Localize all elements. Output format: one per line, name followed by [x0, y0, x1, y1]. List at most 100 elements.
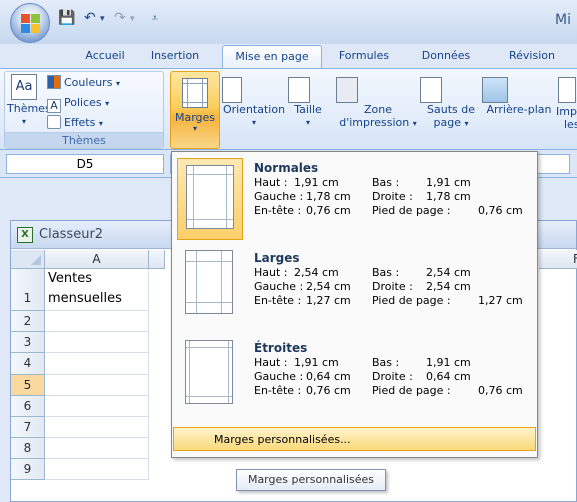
tab-formules[interactable]: Formules: [326, 45, 402, 68]
normal-margins-icon: [177, 158, 243, 240]
haut-value: 1,91 cm: [294, 176, 339, 189]
tab-insertion[interactable]: Insertion: [140, 45, 210, 68]
row-header-8[interactable]: 8: [11, 438, 45, 459]
cell-a1-line-1: Ventes: [48, 271, 92, 286]
window-title: Mi: [555, 12, 571, 28]
pied-label: Pied de page :: [372, 204, 451, 217]
effects-button[interactable]: Effets ▾: [47, 114, 103, 132]
row-header-9[interactable]: 9: [11, 459, 45, 480]
themes-label: Thèmes: [7, 102, 51, 115]
bas-label: Bas :: [372, 356, 400, 369]
option-name: Normales: [254, 161, 319, 175]
arriere-plan-label: Arrière-plan: [486, 103, 552, 116]
margin-option-larges[interactable]: Larges Haut : 2,54 cm Bas : 2,54 cm Gauc…: [173, 244, 536, 334]
colors-button[interactable]: Couleurs ▾: [47, 74, 120, 92]
cell-a2[interactable]: [45, 311, 149, 332]
column-header-a[interactable]: A: [45, 250, 149, 269]
row-header-4[interactable]: 4: [11, 353, 45, 375]
entete-value: 0,76 cm: [306, 204, 351, 217]
effects-label: Effets: [64, 116, 96, 129]
quick-access-toolbar: 💾 ↶ ▾ ↷ ▾ ⩡: [56, 8, 176, 32]
custom-margins-item[interactable]: Marges personnalisées...: [173, 427, 536, 451]
redo-dropdown-icon[interactable]: ▾: [130, 14, 135, 24]
tab-accueil[interactable]: Accueil: [70, 45, 140, 68]
print-area-icon: [336, 77, 358, 103]
cell-a4[interactable]: [45, 353, 149, 375]
bas-label: Bas :: [372, 176, 400, 189]
undo-icon[interactable]: ↶: [84, 10, 96, 26]
gauche-value: 2,54 cm: [306, 280, 351, 293]
pied-value: 0,76 cm: [478, 204, 523, 217]
bas-value: 2,54 cm: [426, 266, 471, 279]
tab-mise-en-page[interactable]: Mise en page: [222, 45, 322, 68]
pied-label: Pied de page :: [372, 384, 451, 397]
themes-group: Aa Thèmes ▾ Couleurs ▾ A Polices ▾ Effets…: [4, 71, 164, 149]
orientation-icon: [222, 77, 242, 103]
haut-label: Haut :: [254, 266, 288, 279]
orientation-label: Orientation: [222, 103, 286, 116]
haut-value: 2,54 cm: [294, 266, 339, 279]
imprimer-titres-button[interactable]: Imp les: [556, 77, 577, 131]
workbook-name: Classeur2: [39, 227, 104, 242]
row-header-6[interactable]: 6: [11, 396, 45, 417]
droite-label: Droite :: [372, 370, 413, 383]
colors-icon: [47, 75, 61, 89]
option-name: Étroites: [254, 341, 308, 355]
bas-value: 1,91 cm: [426, 356, 471, 369]
cell-a7[interactable]: [45, 417, 149, 438]
row-header-1[interactable]: 1: [11, 269, 45, 311]
office-button[interactable]: [10, 3, 50, 43]
gauche-label: Gauche :: [254, 190, 304, 203]
haut-value: 1,91 cm: [294, 356, 339, 369]
row-header-2[interactable]: 2: [11, 311, 45, 332]
option-name: Larges: [254, 251, 300, 265]
undo-dropdown-icon[interactable]: ▾: [100, 14, 105, 24]
entete-label: En-tête :: [254, 294, 302, 307]
fonts-label: Polices: [64, 96, 102, 109]
colors-label: Couleurs: [64, 76, 113, 89]
cell-a1[interactable]: Ventes mensuelles: [45, 269, 149, 311]
redo-icon[interactable]: ↷: [114, 10, 126, 26]
entete-value: 1,27 cm: [306, 294, 351, 307]
tab-donnees[interactable]: Données: [406, 45, 486, 68]
sauts-de-page-button[interactable]: Sauts de page ▾: [420, 77, 482, 130]
column-header-b[interactable]: [149, 250, 165, 269]
cell-a5[interactable]: [45, 375, 149, 396]
orientation-dropdown-icon: ▾: [251, 118, 256, 127]
fonts-button[interactable]: A Polices ▾: [47, 94, 109, 113]
cell-a6[interactable]: [45, 396, 149, 417]
margins-icon: [182, 78, 208, 108]
cell-a9[interactable]: [45, 459, 149, 480]
gauche-label: Gauche :: [254, 370, 304, 383]
row-header-7[interactable]: 7: [11, 417, 45, 438]
zone-label-1: Zone: [363, 103, 392, 116]
tab-revision[interactable]: Révision: [492, 45, 572, 68]
themes-button[interactable]: Aa Thèmes ▾: [7, 74, 51, 128]
arriere-plan-button[interactable]: Arrière-plan: [482, 77, 556, 116]
orientation-button[interactable]: Orientation ▾: [222, 77, 286, 129]
select-all-corner[interactable]: [11, 250, 45, 269]
cell-a3[interactable]: [45, 332, 149, 353]
name-box[interactable]: D5: [6, 154, 164, 174]
print-titles-icon: [558, 77, 576, 103]
gauche-value: 1,78 cm: [306, 190, 351, 203]
taille-label: Taille: [294, 103, 322, 116]
gauche-value: 0,64 cm: [306, 370, 351, 383]
cell-a8[interactable]: [45, 438, 149, 459]
background-icon: [482, 77, 508, 103]
customize-toolbar-icon[interactable]: ⩡: [152, 13, 158, 24]
sauts-dropdown-icon: ▾: [464, 119, 469, 128]
row-header-5[interactable]: 5: [11, 375, 45, 396]
margin-option-etroites[interactable]: Étroites Haut : 1,91 cm Bas : 1,91 cm Ga…: [173, 334, 536, 424]
margin-option-normales[interactable]: Normales Haut : 1,91 cm Bas : 1,91 cm Ga…: [173, 154, 536, 244]
column-header-f[interactable]: F: [539, 250, 577, 269]
effects-icon: [47, 115, 61, 129]
save-icon[interactable]: 💾: [58, 10, 75, 26]
droite-value: 0,64 cm: [426, 370, 471, 383]
marges-button[interactable]: Marges ▾: [170, 71, 220, 149]
row-header-3[interactable]: 3: [11, 332, 45, 353]
cell-a1-line-2: mensuelles: [48, 291, 122, 306]
zone-impression-button[interactable]: Zone d'impression ▾: [336, 77, 420, 130]
taille-button[interactable]: Taille ▾: [288, 77, 328, 129]
imp-label-1: Imp: [556, 105, 577, 118]
